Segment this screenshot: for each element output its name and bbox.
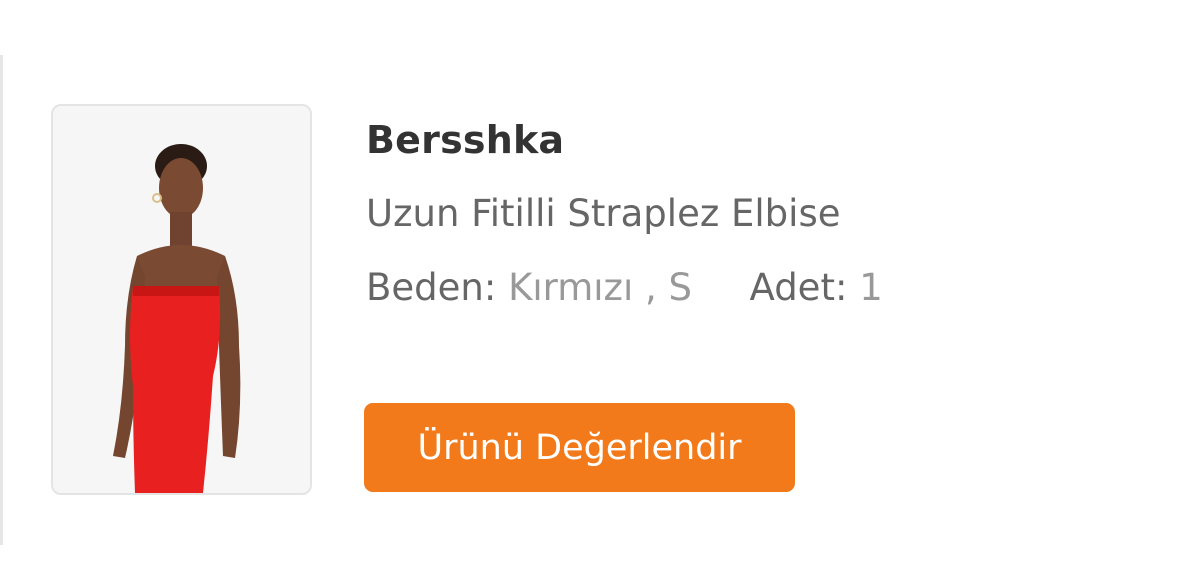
product-name[interactable]: Uzun Fitilli Straplez Elbise [366,192,840,235]
size-value: Kırmızı , S [508,266,692,309]
product-image[interactable] [51,104,312,495]
quantity-value: 1 [859,266,883,309]
quantity-label: Adet: [749,266,848,309]
product-brand: Bersshka [366,118,565,162]
product-attributes: Beden: Kırmızı , S Adet: 1 [366,266,883,309]
order-item-card: Bersshka Uzun Fitilli Straplez Elbise Be… [0,0,1190,577]
order-item-page: Bersshka Uzun Fitilli Straplez Elbise Be… [0,0,1190,577]
dress-model-illustration [53,106,310,493]
size-label: Beden: [366,266,497,309]
rate-product-button[interactable]: Ürünü Değerlendir [364,403,795,492]
